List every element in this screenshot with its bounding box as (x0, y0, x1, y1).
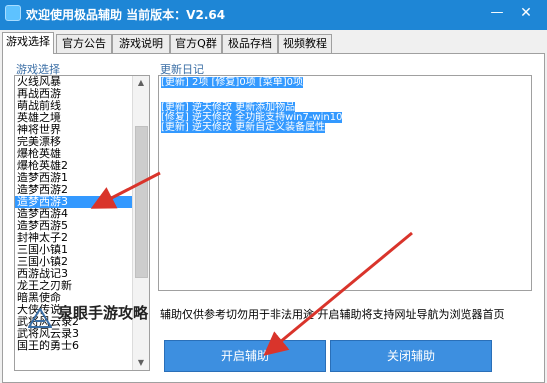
scroll-up-icon[interactable]: ▲ (133, 76, 149, 90)
game-list-item[interactable]: 爆枪英雄 (15, 148, 149, 160)
list-scrollbar[interactable]: ▲ ▼ (132, 76, 149, 370)
game-list-item[interactable]: 英雄之境 (15, 112, 149, 124)
game-list-item[interactable]: 龙王之刃新 (15, 280, 149, 292)
scroll-down-icon[interactable]: ▼ (133, 356, 149, 370)
game-list-item[interactable]: 武将风云录3 (15, 328, 149, 340)
close-assist-button[interactable]: 关闭辅助 (330, 340, 492, 372)
changelog-summary-line: [更新] 2项 [修复]0项 [菜单]0项 (161, 77, 304, 88)
game-list-item[interactable]: 爆枪英雄2 (15, 160, 149, 172)
start-assist-button[interactable]: 开启辅助 (164, 340, 326, 372)
game-list-item[interactable]: 封神太子2 (15, 232, 149, 244)
tab-qq-group[interactable]: 官方Q群 (170, 34, 222, 53)
game-list-item[interactable]: 造梦西游3 (15, 196, 149, 208)
scroll-thumb[interactable] (135, 126, 148, 278)
game-list-item[interactable]: 造梦西游1 (15, 172, 149, 184)
game-list-item[interactable]: 萌战前线 (15, 100, 149, 112)
app-window: 欢迎使用极品辅助 当前版本：V2.64 — ✕ 游戏选择 官方公告 游戏说明 官… (0, 0, 547, 383)
game-list-item[interactable]: 完美漂移 (15, 136, 149, 148)
game-list-item[interactable]: 西游战记3 (15, 268, 149, 280)
game-list-item[interactable]: 火线风暴 (15, 76, 149, 88)
app-icon (5, 5, 21, 21)
changelog-entries: [更新] 逆天修改 更新添加物品 [修复] 逆天修改 全功能支持win7-win… (161, 102, 343, 133)
watermark-logo (28, 308, 52, 328)
game-list-item[interactable]: 造梦西游2 (15, 184, 149, 196)
notice-text: 辅助仅供参考切勿用于非法用途 开启辅助将支持网址导航为浏览器首页 (160, 308, 505, 321)
game-list-item[interactable]: 再战西游 (15, 88, 149, 100)
window-title: 欢迎使用极品辅助 当前版本：V2.64 (26, 8, 226, 22)
close-icon[interactable]: ✕ (516, 4, 536, 22)
tab-strip: 游戏选择 官方公告 游戏说明 官方Q群 极品存档 视频教程 (0, 32, 547, 54)
watermark-text: 泉眼手游攻略 (58, 304, 149, 322)
tab-game-select[interactable]: 游戏选择 (2, 32, 54, 54)
changelog-summary: [更新] 2项 [修复]0项 [菜单]0项 (161, 77, 304, 88)
game-list-item[interactable]: 国王的勇士6 (15, 340, 149, 352)
changelog-entry: [更新] 逆天修改 更新自定义装备属性 (161, 122, 326, 133)
title-bar: 欢迎使用极品辅助 当前版本：V2.64 — ✕ (0, 0, 547, 30)
game-list-item[interactable]: 造梦西游4 (15, 208, 149, 220)
tab-game-guide[interactable]: 游戏说明 (112, 34, 170, 53)
game-list-item[interactable]: 造梦西游5 (15, 220, 149, 232)
game-list-item[interactable]: 神将世界 (15, 124, 149, 136)
game-list-item[interactable]: 三国小镇2 (15, 256, 149, 268)
game-list-item[interactable]: 三国小镇1 (15, 244, 149, 256)
tab-save-files[interactable]: 极品存档 (222, 34, 278, 53)
tab-video-tutorial[interactable]: 视频教程 (278, 34, 332, 53)
tab-announcement[interactable]: 官方公告 (56, 34, 112, 53)
changelog-box[interactable]: [更新] 2项 [修复]0项 [菜单]0项 [更新] 逆天修改 更新添加物品 [… (158, 75, 532, 291)
minimize-icon[interactable]: — (487, 4, 507, 22)
